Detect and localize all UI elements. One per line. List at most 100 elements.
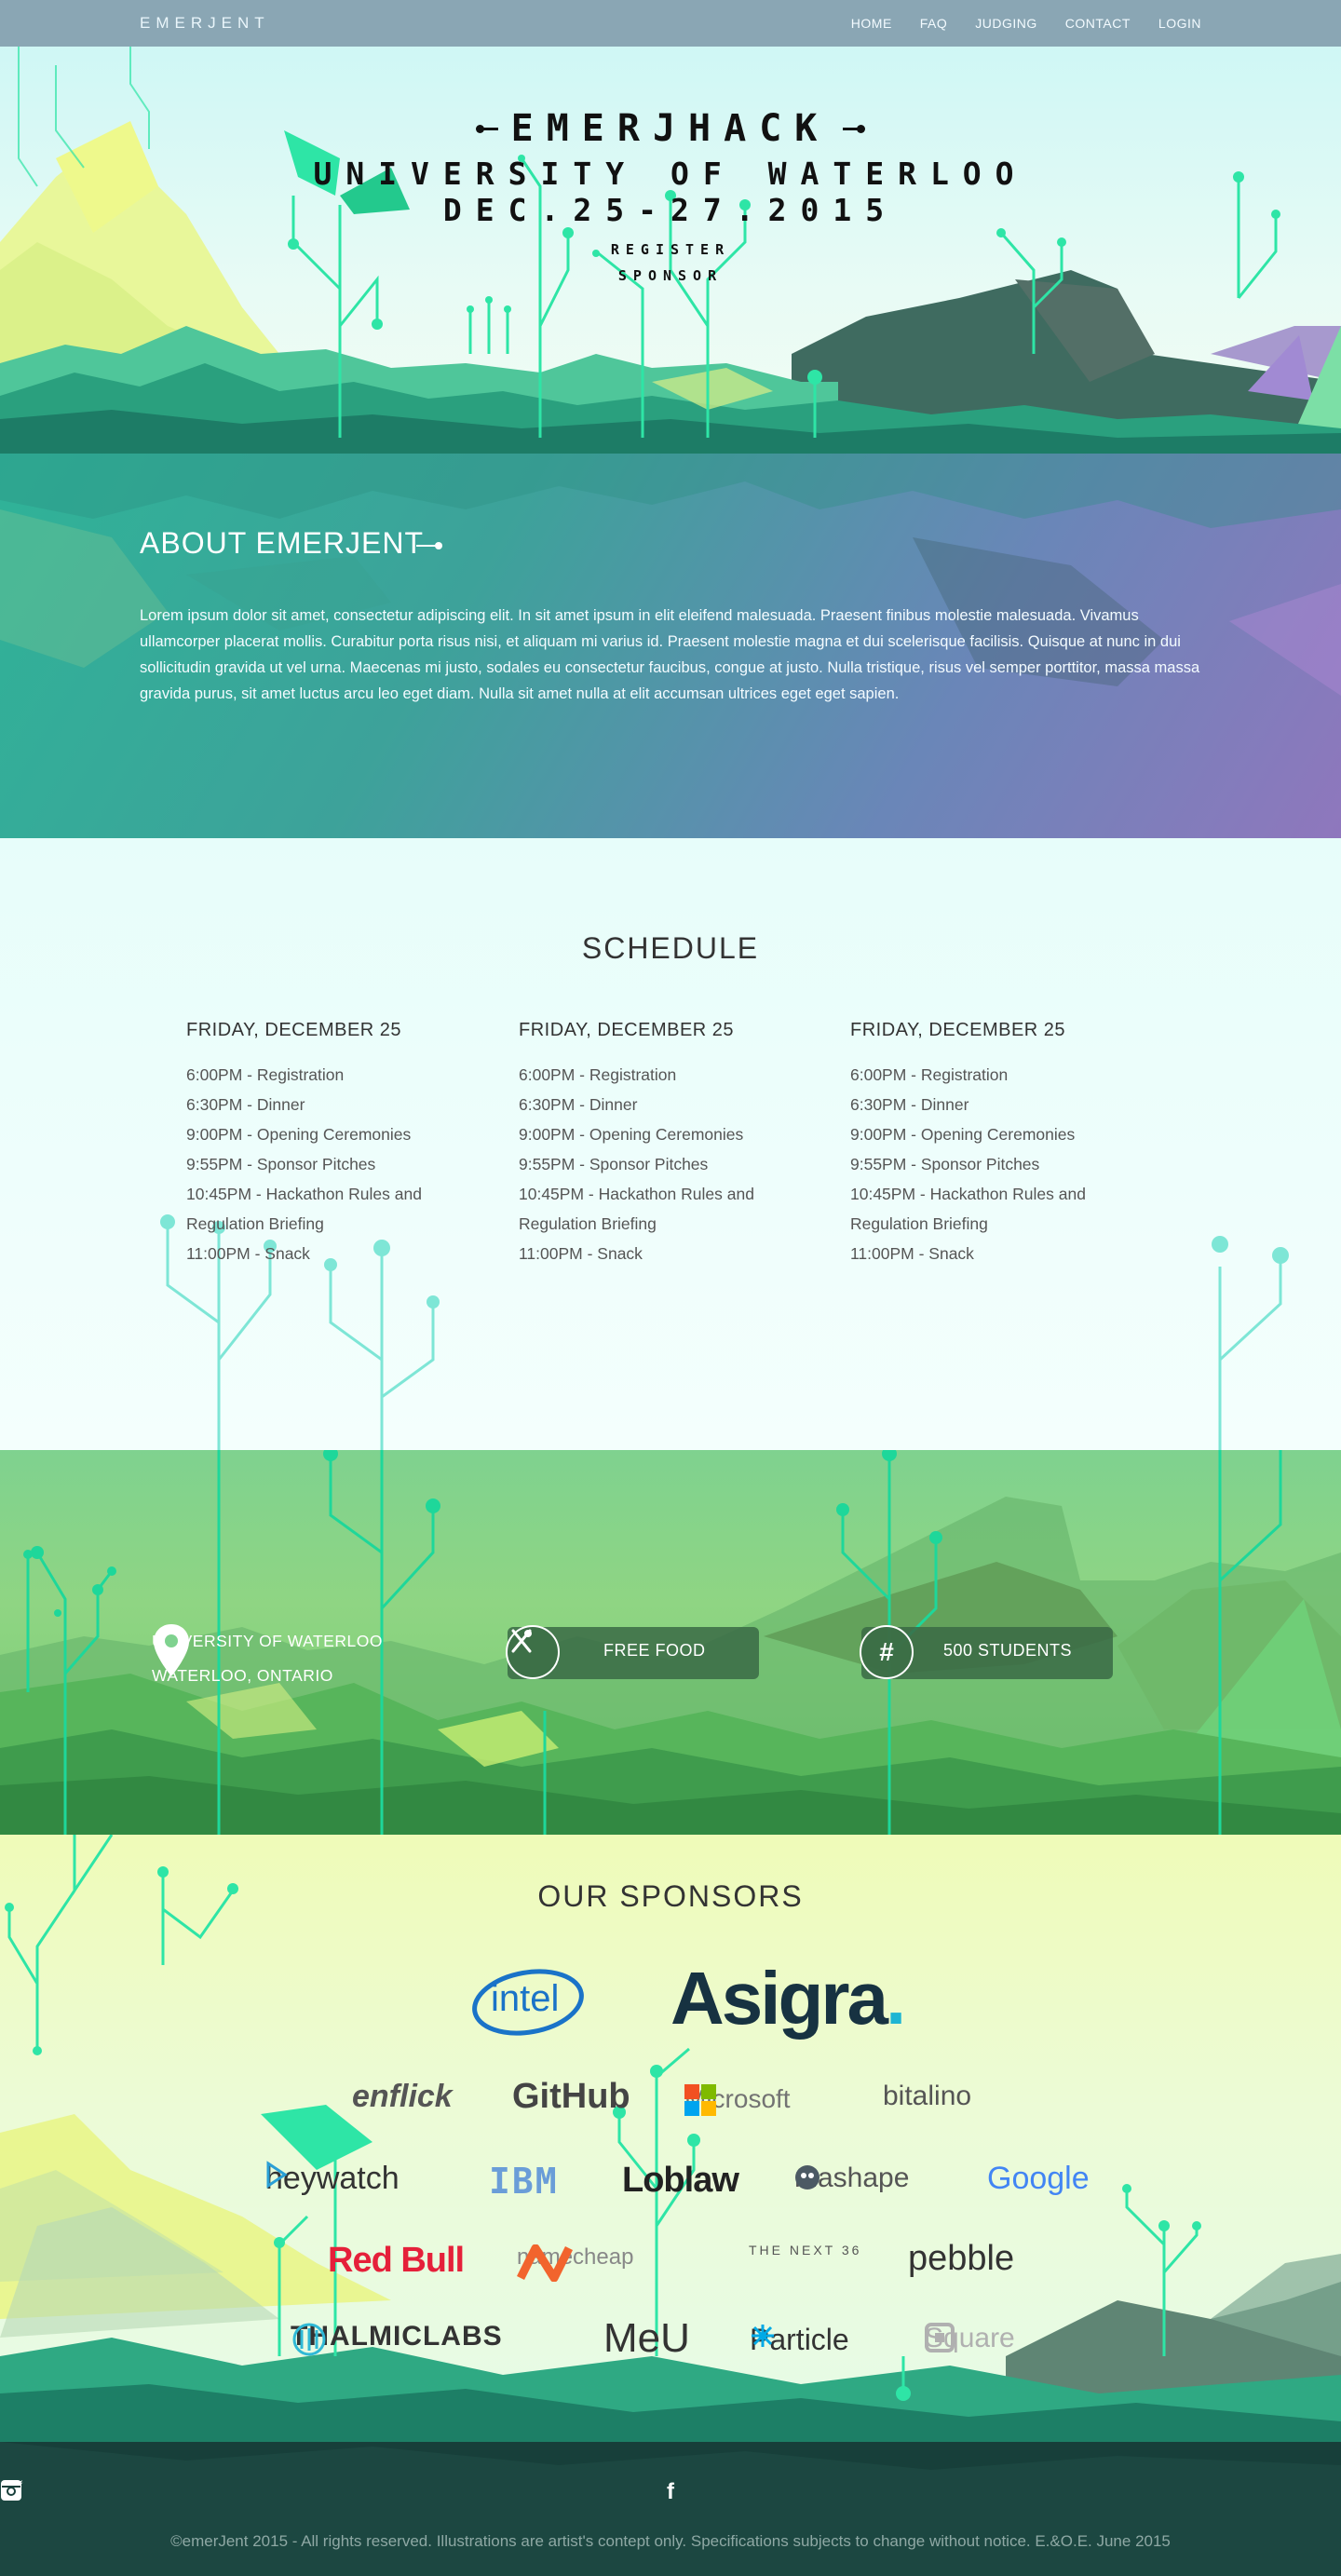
event-item: 9:55PM - Sponsor Pitches: [519, 1155, 709, 1173]
sponsor-particle[interactable]: Particle: [750, 2323, 849, 2357]
nav-login[interactable]: LOGIN: [1158, 16, 1201, 31]
logo-right-dot-icon: [843, 124, 866, 133]
free-food-label: FREE FOOD: [603, 1641, 706, 1660]
copyright-text: ©emerJent 2015 - All rights reserved. Il…: [170, 2532, 1171, 2550]
about-body: Lorem ipsum dolor sit amet, consectetur …: [140, 607, 1200, 702]
hero-dates: DEC.25-27.2015: [442, 192, 899, 228]
about-section: ABOUT EMERJENT Lorem ipsum dolor sit ame…: [0, 454, 1341, 838]
footer-background-illustration: [0, 2442, 1341, 2576]
nav-contact[interactable]: CONTACT: [1065, 16, 1131, 31]
event-item: 9:55PM - Sponsor Pitches: [186, 1155, 376, 1173]
about-heading: ABOUT EMERJENT: [140, 526, 442, 561]
event-item: 6:30PM - Dinner: [186, 1095, 305, 1114]
event-item: 10:45PM - Hackathon Rules and Regulation…: [519, 1185, 754, 1233]
location-block: UNIVERSITY OF WATERLOO WATERLOO, ONTARIO: [152, 1622, 383, 1693]
asigra-dot-icon: .: [885, 1957, 906, 2040]
sponsor-square[interactable]: Square: [925, 2323, 1015, 2354]
loblaw-logo-text: Loblaw: [622, 2161, 739, 2200]
thalmic-logo-icon: [292, 2323, 326, 2356]
nav-home[interactable]: HOME: [851, 16, 892, 31]
pebble-logo-text: pebble: [908, 2239, 1015, 2278]
sponsor-ibm[interactable]: IBM: [489, 2161, 559, 2202]
brand-logo[interactable]: EMERJENT: [140, 14, 270, 33]
utensils-icon: [511, 1629, 532, 1653]
schedule-day-2: FRIDAY, DECEMBER 25 6:00PM - Registratio…: [519, 1020, 817, 1268]
top-navigation: EMERJENT HOME FAQ JUDGING CONTACT LOGIN: [0, 0, 1341, 47]
sponsor-namecheap[interactable]: namecheap: [517, 2244, 633, 2282]
hashtag-icon: #: [860, 1625, 914, 1679]
thenext36-logo-text: THE NEXT 36: [749, 2243, 862, 2257]
schedule-heading: SCHEDULE: [581, 931, 760, 965]
day-title: FRIDAY, DECEMBER 25: [850, 1020, 1066, 1040]
schedule-day-1: FRIDAY, DECEMBER 25 6:00PM - Registratio…: [186, 1020, 484, 1268]
github-logo-text: GitHub: [512, 2077, 630, 2116]
sponsor-google[interactable]: Google: [987, 2161, 1090, 2197]
event-item: 6:30PM - Dinner: [850, 1095, 969, 1114]
event-item: 6:00PM - Registration: [519, 1065, 677, 1084]
google-logo-text: Google: [987, 2161, 1090, 2196]
schedule-day-3: FRIDAY, DECEMBER 25 6:00PM - Registratio…: [850, 1020, 1148, 1268]
sponsor-microsoft[interactable]: Microsoft: [684, 2084, 791, 2116]
sponsor-thenext36[interactable]: THE NEXT 36: [749, 2243, 861, 2257]
event-item: 10:45PM - Hackathon Rules and Regulation…: [186, 1185, 422, 1233]
hero-title-block: EMERJHACK UNIVERSITY OF WATERLOO DEC.25-…: [0, 107, 1341, 284]
nav-judging[interactable]: JUDGING: [975, 16, 1037, 31]
sponsors-section: OUR SPONSORS intel Asigra. enflick GitHu…: [0, 1835, 1341, 2442]
sponsor-enflick[interactable]: enflick: [352, 2079, 453, 2115]
day-title: FRIDAY, DECEMBER 25: [186, 1020, 402, 1040]
register-link[interactable]: REGISTER: [611, 241, 730, 258]
event-item: 6:00PM - Registration: [186, 1065, 345, 1084]
square-logo-icon: [925, 2323, 955, 2352]
ibm-logo-text: IBM: [489, 2161, 559, 2202]
play-icon: [266, 2161, 288, 2189]
event-item: 11:00PM - Snack: [850, 1244, 974, 1263]
sponsor-heywatch[interactable]: heywatch: [265, 2161, 400, 2197]
sponsor-redbull[interactable]: Red Bull: [328, 2241, 465, 2281]
social-links: f: [0, 2479, 1341, 2505]
event-item: 11:00PM - Snack: [519, 1244, 643, 1263]
twitter-icon[interactable]: [1, 2479, 632, 2505]
particle-star-icon: [752, 2325, 774, 2347]
site-footer: f ©emerJent 2015 - All rights reserved. …: [0, 2442, 1341, 2576]
day-title: FRIDAY, DECEMBER 25: [519, 1020, 735, 1040]
sponsor-thalmic[interactable]: THALMICLABS: [291, 2321, 503, 2356]
sponsor-mashape[interactable]: mashape: [794, 2162, 909, 2194]
asigra-logo-text: Asigra: [670, 1957, 888, 2040]
fork-knife-icon: [506, 1625, 560, 1679]
event-item: 11:00PM - Snack: [186, 1244, 310, 1263]
event-item: 9:55PM - Sponsor Pitches: [850, 1155, 1040, 1173]
microsoft-windows-icon: [684, 2084, 716, 2116]
sponsor-bitalino[interactable]: bitalino: [883, 2081, 971, 2112]
nav-menu: HOME FAQ JUDGING CONTACT LOGIN: [851, 16, 1201, 31]
intel-logo-text: intel: [491, 1978, 560, 2019]
sponsor-meu[interactable]: MeU: [603, 2315, 690, 2362]
event-list: 6:00PM - Registration 6:30PM - Dinner 9:…: [850, 1060, 1148, 1268]
hero-links: REGISTER SPONSOR: [0, 241, 1341, 284]
hero-section: EMERJHACK UNIVERSITY OF WATERLOO DEC.25-…: [0, 47, 1341, 454]
redbull-logo-text: Red Bull: [328, 2241, 465, 2280]
enflick-logo-text: enflick: [352, 2079, 453, 2114]
event-item: 9:00PM - Opening Ceremonies: [850, 1125, 1076, 1144]
sponsor-github[interactable]: GitHub: [512, 2077, 630, 2117]
namecheap-logo-icon: [517, 2244, 573, 2282]
heading-connector-icon: [416, 541, 442, 549]
facebook-icon[interactable]: f: [658, 2479, 683, 2505]
sponsor-loblaw[interactable]: Loblaw: [622, 2161, 739, 2201]
event-list: 6:00PM - Registration 6:30PM - Dinner 9:…: [519, 1060, 817, 1268]
nav-faq[interactable]: FAQ: [920, 16, 948, 31]
hero-event-title: EMERJHACK: [510, 107, 831, 150]
event-item: 9:00PM - Opening Ceremonies: [186, 1125, 412, 1144]
event-item: 6:30PM - Dinner: [519, 1095, 638, 1114]
event-list: 6:00PM - Registration 6:30PM - Dinner 9:…: [186, 1060, 484, 1268]
map-pin-icon: [154, 1624, 189, 1676]
event-item: 6:00PM - Registration: [850, 1065, 1009, 1084]
students-label: 500 STUDENTS: [943, 1641, 1073, 1660]
instagram-icon[interactable]: [1, 2479, 733, 2505]
sponsors-heading: OUR SPONSORS: [537, 1879, 804, 1913]
meu-logo-text: MeU: [603, 2315, 690, 2361]
event-item: 9:00PM - Opening Ceremonies: [519, 1125, 744, 1144]
logo-left-dot-icon: [475, 124, 498, 133]
sponsor-link[interactable]: SPONSOR: [618, 267, 723, 284]
sponsor-asigra[interactable]: Asigra.: [670, 1956, 906, 2041]
sponsor-pebble[interactable]: pebble: [908, 2239, 1014, 2279]
